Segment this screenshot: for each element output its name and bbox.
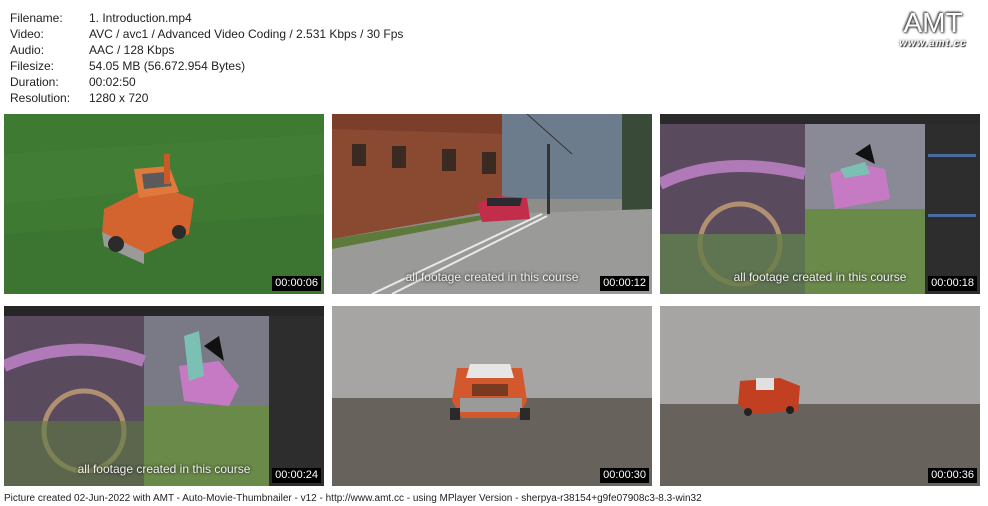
info-row-filename: Filename: 1. Introduction.mp4 bbox=[10, 10, 403, 26]
footer-credit: Picture created 02-Jun-2022 with AMT - A… bbox=[4, 493, 702, 504]
thumbnail-1: 00:00:06 bbox=[4, 114, 324, 294]
info-key: Audio: bbox=[10, 43, 45, 57]
thumbnail-image bbox=[4, 306, 324, 486]
thumbnail-image bbox=[332, 114, 652, 294]
info-value: 1280 x 720 bbox=[89, 91, 149, 105]
thumbnail-4: all footage created in this course 00:00… bbox=[4, 306, 324, 486]
info-row-video: Video: AVC / avc1 / Advanced Video Codin… bbox=[10, 26, 403, 42]
info-row-audio: Audio: AAC / 128 Kbps bbox=[10, 42, 403, 58]
timestamp: 00:00:36 bbox=[928, 468, 977, 483]
timestamp: 00:00:18 bbox=[928, 276, 977, 291]
info-value: 54.05 MB (56.672.954 Bytes) bbox=[89, 59, 246, 73]
thumbnail-image bbox=[660, 114, 980, 294]
info-value: AVC / avc1 / Advanced Video Coding / 2.5… bbox=[89, 27, 404, 41]
timestamp: 00:00:24 bbox=[272, 468, 321, 483]
thumbnail-image bbox=[660, 306, 980, 486]
info-key: Filename: bbox=[10, 11, 63, 25]
amt-logo: AMT www.amt.cc bbox=[892, 8, 974, 50]
info-key: Video: bbox=[10, 27, 44, 41]
info-key: Duration: bbox=[10, 75, 59, 89]
file-info: Filename: 1. Introduction.mp4 Video: AVC… bbox=[10, 10, 403, 106]
info-row-resolution: Resolution: 1280 x 720 bbox=[10, 90, 403, 106]
logo-url: www.amt.cc bbox=[899, 38, 967, 49]
info-row-duration: Duration: 00:02:50 bbox=[10, 74, 403, 90]
info-value: 00:02:50 bbox=[89, 75, 136, 89]
timestamp: 00:00:06 bbox=[272, 276, 321, 291]
timestamp: 00:00:12 bbox=[600, 276, 649, 291]
thumbnail-5: 00:00:30 bbox=[332, 306, 652, 486]
thumbnail-3: all footage created in this course 00:00… bbox=[660, 114, 980, 294]
thumbnail-image bbox=[4, 114, 324, 294]
logo-title: AMT bbox=[903, 7, 963, 38]
info-value: 1. Introduction.mp4 bbox=[89, 11, 192, 25]
info-key: Resolution: bbox=[10, 91, 71, 105]
info-row-filesize: Filesize: 54.05 MB (56.672.954 Bytes) bbox=[10, 58, 403, 74]
info-value: AAC / 128 Kbps bbox=[89, 43, 175, 57]
thumbnail-image bbox=[332, 306, 652, 486]
thumbnail-6: 00:00:36 bbox=[660, 306, 980, 486]
info-key: Filesize: bbox=[10, 59, 55, 73]
thumbnail-2: all footage created in this course 00:00… bbox=[332, 114, 652, 294]
timestamp: 00:00:30 bbox=[600, 468, 649, 483]
